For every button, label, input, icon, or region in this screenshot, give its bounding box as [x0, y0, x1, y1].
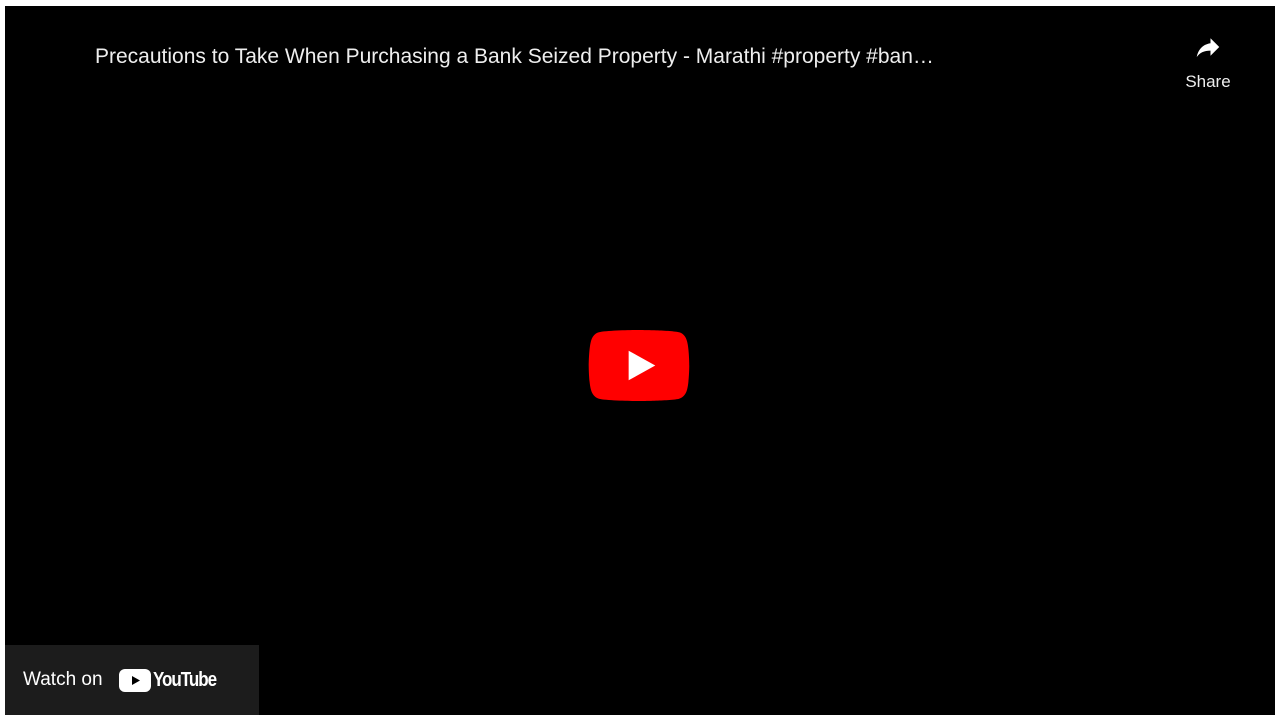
youtube-play-icon — [588, 330, 690, 401]
youtube-logo: YouTube — [118, 668, 227, 692]
share-button[interactable]: Share — [1171, 30, 1245, 106]
watch-on-youtube-button[interactable]: Watch on YouTube — [5, 645, 259, 715]
play-button[interactable] — [588, 330, 690, 401]
video-title[interactable]: Precautions to Take When Purchasing a Ba… — [95, 43, 1155, 71]
watch-on-label: Watch on — [23, 669, 103, 690]
share-arrow-icon — [1196, 38, 1220, 57]
share-label: Share — [1185, 72, 1231, 91]
youtube-logo-icon — [118, 668, 151, 692]
video-player[interactable]: Precautions to Take When Purchasing a Ba… — [5, 6, 1275, 715]
youtube-wordmark: YouTube — [152, 669, 217, 691]
